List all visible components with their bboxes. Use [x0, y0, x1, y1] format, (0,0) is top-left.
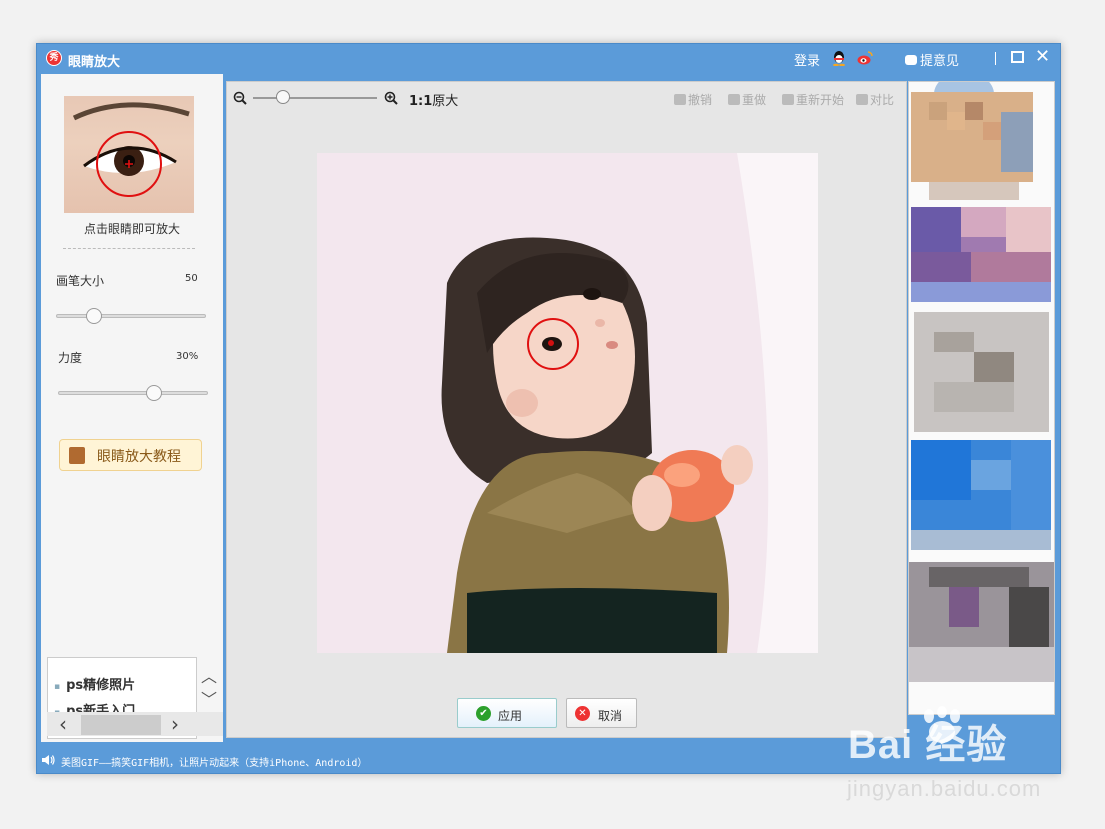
strength-slider-knob[interactable]	[146, 385, 162, 401]
left-panel: 点击眼睛即可放大 画笔大小 50 力度 30% 眼睛放大教程 ps精修照片 ps…	[41, 74, 223, 742]
divider	[63, 248, 195, 249]
zoom-slider-knob[interactable]	[276, 90, 290, 104]
maximize-icon[interactable]	[1011, 51, 1024, 63]
undo-button[interactable]: 撤销	[674, 91, 712, 108]
chevron-left-icon[interactable]: ‹	[59, 712, 67, 736]
check-icon	[476, 706, 491, 721]
redo-icon	[728, 94, 740, 105]
undo-label: 撤销	[688, 93, 713, 107]
ratio-label: 原大	[432, 94, 459, 109]
eye-example-image[interactable]	[64, 96, 194, 213]
compare-icon	[856, 94, 868, 105]
blurred-thumbnails	[909, 82, 1054, 682]
compare-button[interactable]: 对比	[856, 91, 894, 108]
strength-slider[interactable]	[58, 391, 208, 395]
photo-canvas[interactable]	[317, 153, 818, 653]
thumbnail-panel	[908, 81, 1055, 715]
tutorial-label: 眼睛放大教程	[97, 449, 181, 465]
editor-toolbar: 1:1原大 撤销 重做 重新开始 对比	[227, 82, 906, 112]
close-icon[interactable]: ✕	[1035, 47, 1050, 67]
book-icon	[69, 447, 85, 464]
restart-icon	[782, 94, 794, 105]
watermark-logo: Bai 经验	[848, 723, 1008, 767]
horizontal-scrollbar[interactable]: ‹ ›	[47, 712, 223, 736]
cancel-x-icon	[575, 706, 590, 721]
redo-button[interactable]: 重做	[728, 91, 766, 108]
brush-size-slider-knob[interactable]	[85, 308, 102, 324]
cancel-button[interactable]: 取消	[566, 698, 637, 728]
zoom-out-icon[interactable]	[233, 91, 247, 105]
apply-button[interactable]: 应用	[457, 698, 557, 728]
title-bar[interactable]: 秀 眼睛放大 登录 提意见 ✕	[37, 44, 1060, 74]
ratio-value: 1:1	[409, 94, 433, 109]
app-window: 秀 眼睛放大 登录 提意见 ✕ 点击眼睛即可放大 画笔大小 50 力度 30% …	[36, 43, 1061, 774]
weibo-icon[interactable]	[857, 50, 873, 66]
editor-panel: 1:1原大 撤销 重做 重新开始 对比 ✔ 应用 ✕ 取消	[226, 81, 907, 738]
qq-icon[interactable]	[832, 50, 846, 66]
restart-label: 重新开始	[796, 93, 845, 107]
cancel-label: 取消	[598, 709, 623, 723]
speaker-icon[interactable]	[41, 754, 55, 766]
app-logo-icon: 秀	[46, 50, 62, 66]
list-item[interactable]: ps精修照片	[54, 674, 135, 693]
photo-illustration	[317, 153, 818, 653]
window-title: 眼睛放大	[68, 55, 121, 70]
brush-size-value: 50	[185, 273, 198, 284]
eye-hint-text: 点击眼睛即可放大	[83, 222, 180, 236]
watermark-url: jingyan.baidu.com	[847, 776, 1042, 801]
undo-icon	[674, 94, 686, 105]
strength-label: 力度	[58, 351, 83, 365]
zoom-ratio[interactable]: 1:1原大	[409, 90, 458, 109]
eye-illustration	[72, 102, 190, 197]
chevron-down-icon[interactable]: ﹀	[199, 686, 219, 709]
feedback-icon	[905, 55, 917, 65]
feedback-label: 提意见	[920, 54, 960, 69]
redo-label: 重做	[742, 93, 767, 107]
chevron-up-icon[interactable]: ︿	[199, 663, 219, 686]
restart-button[interactable]: 重新开始	[782, 91, 844, 108]
tutorial-button[interactable]: 眼睛放大教程	[59, 439, 202, 471]
apply-label: 应用	[498, 709, 523, 723]
scrollbar-thumb[interactable]	[81, 715, 161, 735]
titlebar-separator	[995, 52, 996, 65]
zoom-in-icon[interactable]	[384, 91, 398, 105]
zoom-slider[interactable]	[253, 97, 377, 99]
chevron-right-icon[interactable]: ›	[171, 712, 179, 736]
strength-value: 30%	[176, 351, 199, 362]
compare-label: 对比	[870, 93, 895, 107]
login-link[interactable]: 登录	[794, 50, 820, 69]
brush-size-slider[interactable]	[56, 314, 206, 318]
brush-size-label: 画笔大小	[56, 274, 105, 288]
feedback-button[interactable]: 提意见	[905, 50, 959, 69]
status-text[interactable]: 美图GIF——搞笑GIF相机，让照片动起来（支持iPhone、Android）	[61, 754, 367, 769]
